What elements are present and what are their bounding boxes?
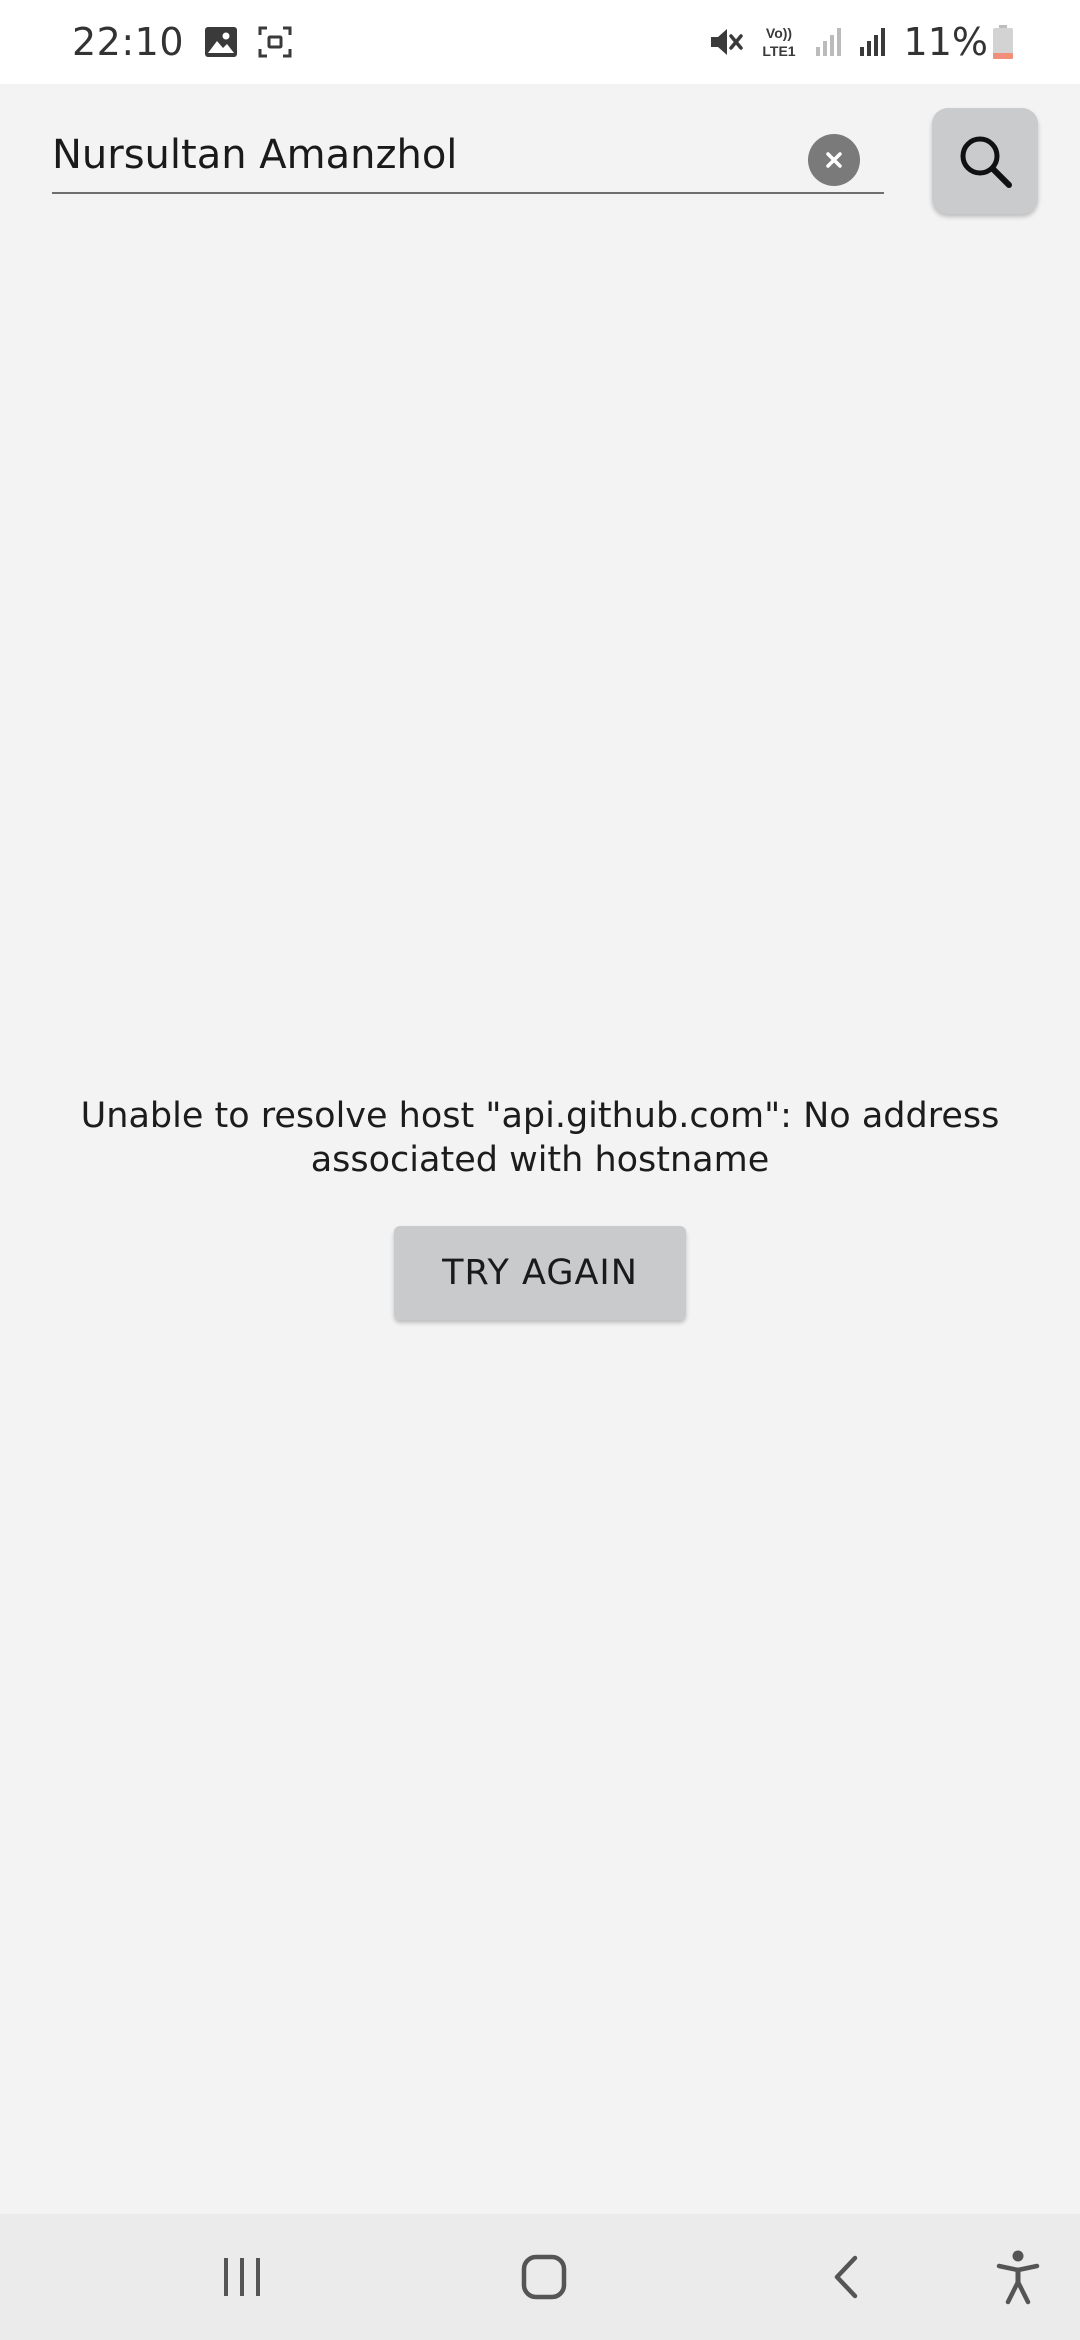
recent-apps-button[interactable] [182,2214,302,2340]
mute-icon [708,25,744,59]
signal-weak-icon [814,27,844,57]
clear-icon [824,150,844,170]
battery-percent: 11% [903,20,988,64]
accessibility-button[interactable] [958,2214,1078,2340]
home-button[interactable] [484,2214,604,2340]
volte-icon: Vo)) LTE1 [758,24,800,60]
search-button[interactable] [932,108,1038,214]
status-left: 22:10 [72,20,292,64]
volte-bottom-label: LTE1 [762,43,795,59]
volte-top-label: Vo)) [765,25,791,41]
back-icon [831,2254,861,2300]
accessibility-icon [996,2249,1040,2305]
search-input[interactable] [52,120,792,190]
status-right: Vo)) LTE1 11% [694,20,1014,64]
image-icon [204,26,238,58]
recent-apps-icon [220,2256,264,2298]
battery-low-icon [992,24,1014,60]
try-again-button[interactable]: TRY AGAIN [394,1226,686,1320]
back-button[interactable] [786,2214,906,2340]
search-field [52,120,884,194]
status-bar: 22:10 Vo)) LTE1 11% [0,0,1080,84]
error-message: Unable to resolve host "api.github.com":… [80,1096,1000,1180]
search-icon [956,132,1014,190]
signal-icon [858,27,888,57]
home-icon [521,2254,567,2300]
screen-record-icon [258,26,292,58]
clear-button[interactable] [808,134,860,186]
status-time: 22:10 [72,20,185,64]
navigation-bar [0,2214,1080,2340]
